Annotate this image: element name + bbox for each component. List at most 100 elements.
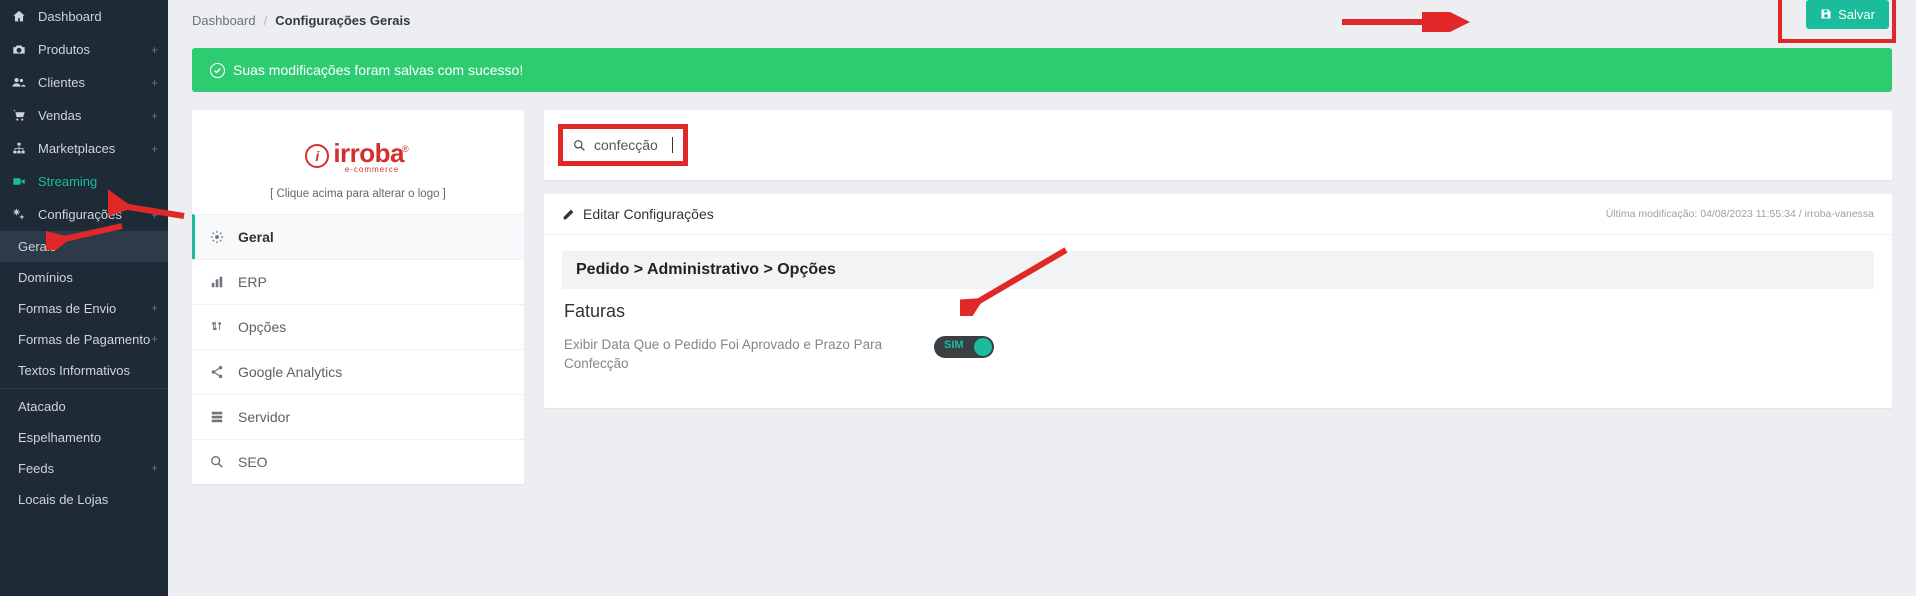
tab-opcoes[interactable]: Opções xyxy=(192,304,524,349)
tab-label: Google Analytics xyxy=(238,364,342,380)
success-alert: Suas modificações foram salvas com suces… xyxy=(192,48,1892,92)
sidebar-sub-label: Locais de Lojas xyxy=(18,492,108,507)
tab-label: ERP xyxy=(238,274,267,290)
sidebar-label: Dashboard xyxy=(38,9,102,24)
brand-logo: i irroba® e-commerce xyxy=(305,138,410,174)
expand-icon: + xyxy=(151,461,158,475)
annotation-highlight-box xyxy=(558,124,688,166)
main: Dashboard / Configurações Gerais Salvar … xyxy=(168,0,1916,596)
sidebar-sub-formas-envio[interactable]: Formas de Envio + xyxy=(0,293,168,324)
sidebar-sub-dominios[interactable]: Domínios xyxy=(0,262,168,293)
sidebar-item-marketplaces[interactable]: Marketplaces + xyxy=(0,132,168,165)
tab-erp[interactable]: ERP xyxy=(192,259,524,304)
pencil-icon xyxy=(562,208,575,221)
expand-icon: + xyxy=(151,301,158,315)
sidebar-sub-espelhamento[interactable]: Espelhamento xyxy=(0,422,168,453)
sliders-icon xyxy=(210,320,226,334)
sidebar-sub-label: Feeds xyxy=(18,461,54,476)
sidebar-sub-textos-informativos[interactable]: Textos Informativos xyxy=(0,355,168,386)
toggle-exibir-data-pedido[interactable]: SIM xyxy=(934,336,994,358)
sidebar-sub-label: Formas de Pagamento xyxy=(18,332,150,347)
logo-subtitle: e-commerce xyxy=(333,165,410,174)
sidebar-sub-atacado[interactable]: Atacado xyxy=(0,391,168,422)
edit-config-card: Editar Configurações Última modificação:… xyxy=(544,194,1892,408)
card-title: Editar Configurações xyxy=(583,206,714,222)
breadcrumb-current: Configurações Gerais xyxy=(275,13,410,28)
tab-servidor[interactable]: Servidor xyxy=(192,394,524,439)
topbar: Dashboard / Configurações Gerais Salvar xyxy=(168,0,1916,40)
expand-icon: + xyxy=(151,76,158,90)
tab-label: Opções xyxy=(238,319,286,335)
sidebar-item-vendas[interactable]: Vendas + xyxy=(0,99,168,132)
settings-search[interactable] xyxy=(569,135,677,155)
settings-nav-panel: i irroba® e-commerce [ Clique acima para… xyxy=(192,110,524,484)
subsection-title: Faturas xyxy=(562,289,1874,328)
last-modified-meta: Última modificação: 04/08/2023 11:55:34 … xyxy=(1606,208,1874,220)
sidebar-label: Marketplaces xyxy=(38,141,115,156)
sidebar-item-clientes[interactable]: Clientes + xyxy=(0,66,168,99)
sidebar-label: Clientes xyxy=(38,75,85,90)
sidebar-sub-label: Atacado xyxy=(18,399,66,414)
sidebar-sub-label: Gerais xyxy=(18,239,56,254)
alert-text: Suas modificações foram salvas com suces… xyxy=(233,62,523,78)
breadcrumb-root[interactable]: Dashboard xyxy=(192,13,256,28)
tab-label: Servidor xyxy=(238,409,290,425)
logo-hint: [ Clique acima para alterar o logo ] xyxy=(202,188,514,200)
toggle-knob xyxy=(974,338,992,356)
expand-icon: + xyxy=(151,109,158,123)
expand-icon: + xyxy=(151,142,158,156)
expand-icon: + xyxy=(151,332,158,346)
sidebar-sub-label: Domínios xyxy=(18,270,73,285)
sidebar-item-configuracoes[interactable]: Configurações + xyxy=(0,198,168,231)
settings-tabs: Geral ERP Opções xyxy=(192,214,524,484)
share-icon xyxy=(210,365,226,379)
save-button[interactable]: Salvar xyxy=(1806,0,1889,29)
sidebar-sub-label: Textos Informativos xyxy=(18,363,130,378)
tab-seo[interactable]: SEO xyxy=(192,439,524,484)
sidebar-item-streaming[interactable]: Streaming xyxy=(0,165,168,198)
option-label: Exibir Data Que o Pedido Foi Aprovado e … xyxy=(564,336,894,374)
sidebar-label: Vendas xyxy=(38,108,81,123)
tab-label: Geral xyxy=(238,229,274,245)
tab-geral[interactable]: Geral xyxy=(192,214,524,259)
settings-content: Editar Configurações Última modificação:… xyxy=(544,110,1892,408)
registered-icon: ® xyxy=(402,144,409,154)
tab-label: SEO xyxy=(238,454,268,470)
annotation-highlight-box: Salvar xyxy=(1778,0,1896,43)
search-icon xyxy=(210,455,226,469)
search-card xyxy=(544,110,1892,180)
divider xyxy=(0,388,168,389)
sidebar-sub-gerais[interactable]: Gerais xyxy=(0,231,168,262)
sidebar-label: Streaming xyxy=(38,174,97,189)
search-input[interactable] xyxy=(594,137,664,153)
sidebar-label: Configurações xyxy=(38,207,122,222)
server-icon xyxy=(210,410,226,424)
camera-icon xyxy=(12,43,30,56)
sidebar-sub-formas-pagamento[interactable]: Formas de Pagamento + xyxy=(0,324,168,355)
section-title: Pedido > Administrativo > Opções xyxy=(562,251,1874,289)
home-icon xyxy=(12,10,30,23)
sidebar-item-dashboard[interactable]: Dashboard xyxy=(0,0,168,33)
sitemap-icon xyxy=(12,142,30,155)
breadcrumb-separator: / xyxy=(264,13,268,28)
sidebar: Dashboard Produtos + Clientes + Vendas +… xyxy=(0,0,168,596)
tab-google-analytics[interactable]: Google Analytics xyxy=(192,349,524,394)
expand-icon: + xyxy=(151,43,158,57)
cogs-icon xyxy=(12,208,30,221)
video-icon xyxy=(12,175,30,188)
logo-word: irroba xyxy=(333,138,404,168)
sidebar-label: Produtos xyxy=(38,42,90,57)
card-header: Editar Configurações Última modificação:… xyxy=(544,194,1892,235)
search-icon xyxy=(573,139,586,152)
logo-upload-area[interactable]: i irroba® e-commerce [ Clique acima para… xyxy=(192,110,524,214)
chart-icon xyxy=(210,275,226,289)
sidebar-sub-label: Formas de Envio xyxy=(18,301,116,316)
sidebar-sub-feeds[interactable]: Feeds + xyxy=(0,453,168,484)
sidebar-item-produtos[interactable]: Produtos + xyxy=(0,33,168,66)
sidebar-sub-locais-lojas[interactable]: Locais de Lojas xyxy=(0,484,168,515)
sidebar-sub-label: Espelhamento xyxy=(18,430,101,445)
save-icon xyxy=(1820,8,1832,20)
save-button-label: Salvar xyxy=(1838,7,1875,22)
cog-icon xyxy=(210,230,226,244)
text-caret xyxy=(672,137,673,153)
